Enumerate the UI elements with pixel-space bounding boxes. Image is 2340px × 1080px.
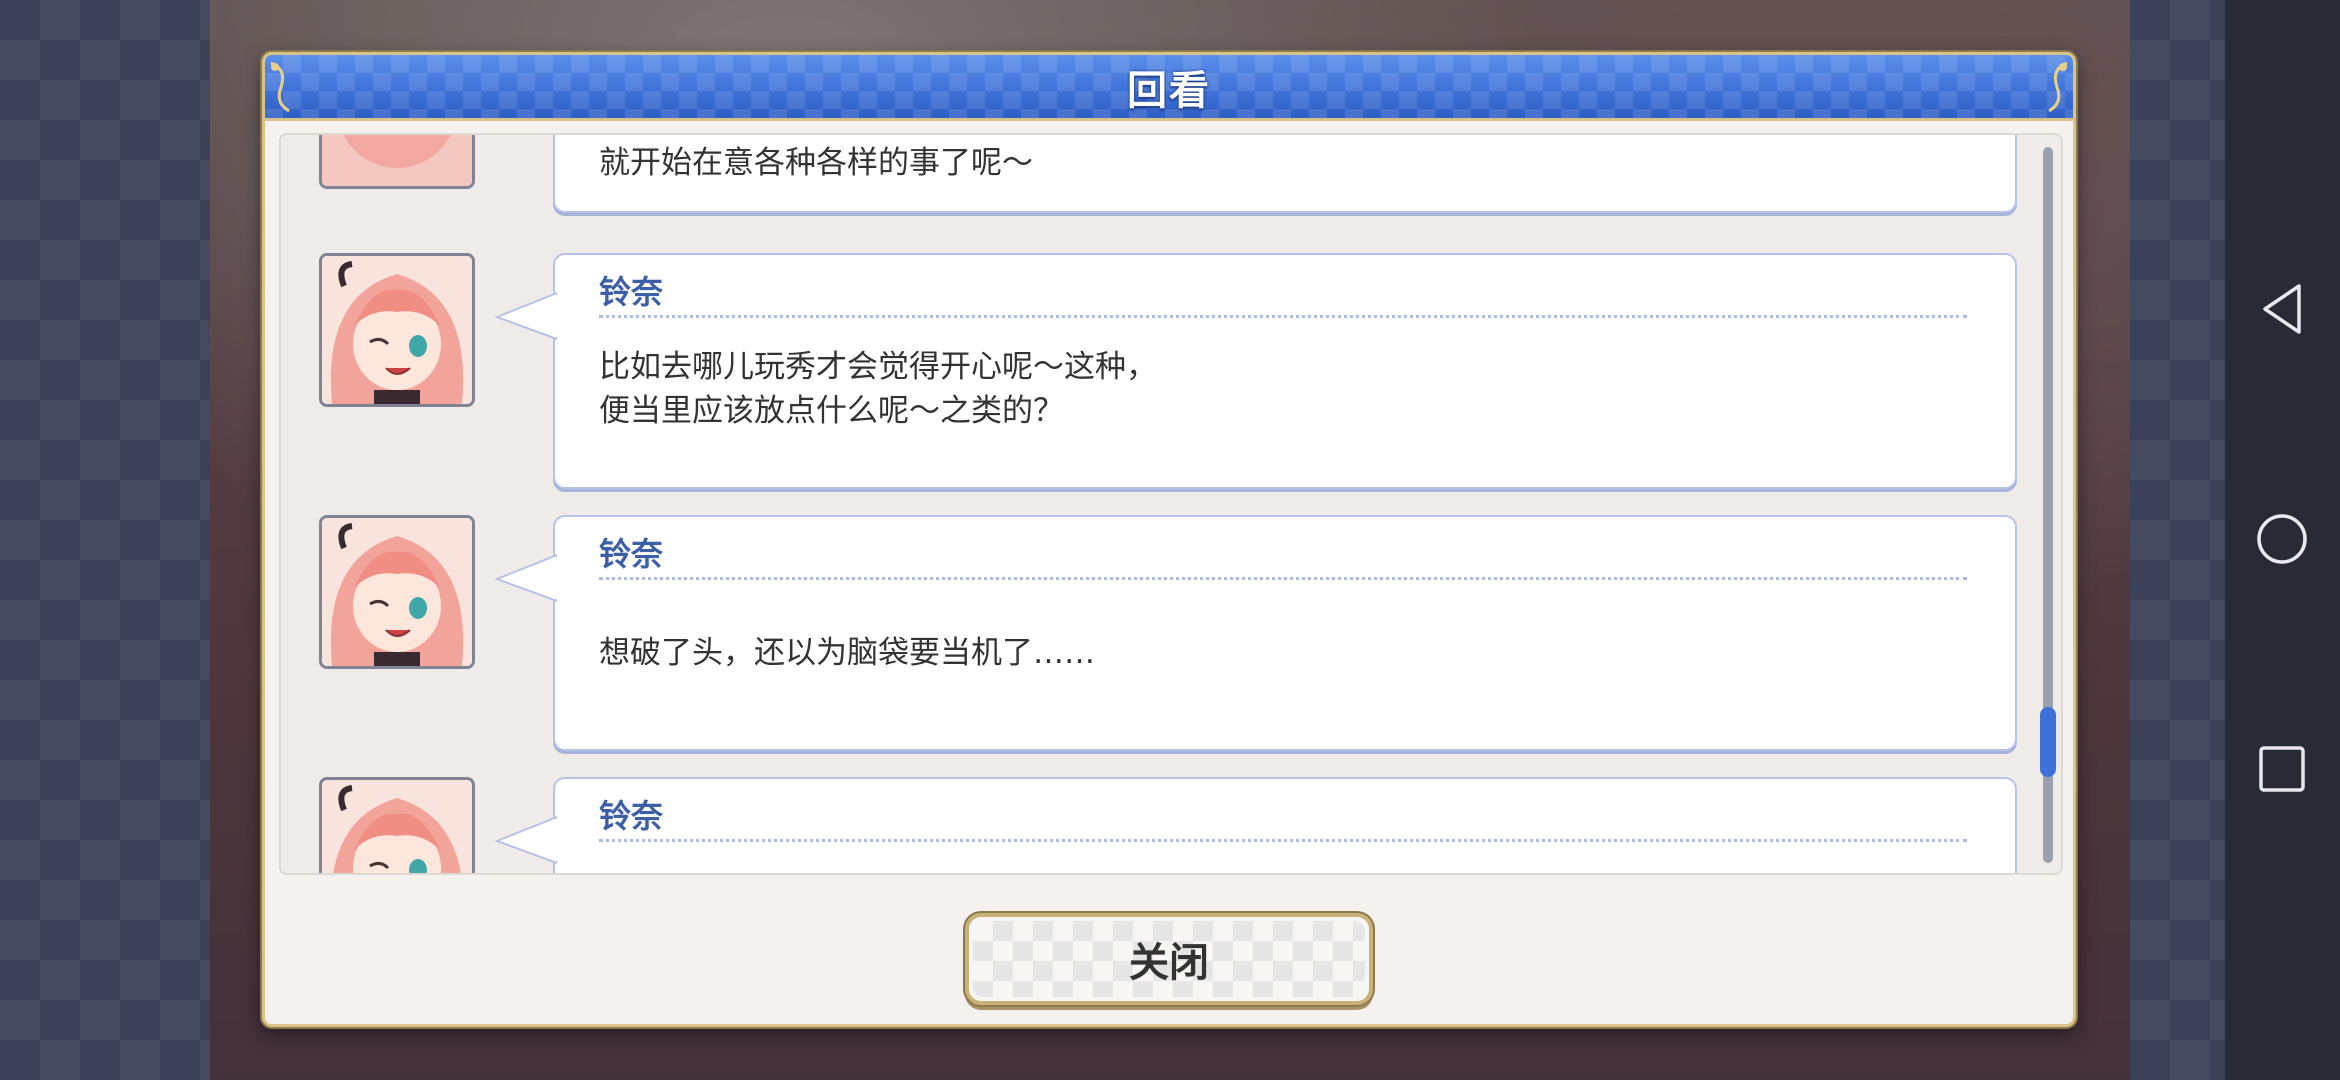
- divider: [599, 577, 1967, 580]
- right-pattern-background: [2130, 0, 2225, 1080]
- dialogue-bubble: 铃奈 想破了头，还以为脑袋要当机了……: [495, 515, 2017, 751]
- bubble-tail: [495, 553, 557, 603]
- character-avatar: [319, 135, 475, 189]
- back-triangle-icon[interactable]: [2255, 282, 2309, 336]
- bubble-tail: [495, 291, 557, 341]
- dialogue-bubble: 铃奈 比如去哪儿玩秀才会觉得开心呢～这种， 便当里应该放点什么呢～之类的？: [495, 253, 2017, 489]
- bubble-tail: [495, 815, 557, 865]
- divider: [599, 315, 1967, 318]
- ornament-icon: [2048, 61, 2068, 113]
- left-pattern-background: [0, 0, 210, 1080]
- character-avatar: [319, 777, 475, 873]
- ornament-icon: [270, 61, 290, 113]
- divider: [599, 839, 1967, 842]
- dialogue-bubble: 铃奈: [495, 777, 2017, 873]
- scrollbar-thumb[interactable]: [2040, 707, 2056, 777]
- speaker-name: 铃奈: [599, 273, 664, 311]
- close-button-label: 关闭: [1129, 940, 1209, 986]
- home-circle-icon[interactable]: [2255, 512, 2309, 566]
- close-button[interactable]: 关闭: [965, 913, 1373, 1005]
- dialog-title: 回看: [1127, 67, 1211, 114]
- dialogue-bubble: 就开始在意各种各样的事了呢～: [553, 135, 2017, 213]
- character-avatar: [319, 515, 475, 669]
- recent-square-icon[interactable]: [2255, 742, 2309, 796]
- speaker-name: 铃奈: [599, 797, 664, 835]
- speaker-name: 铃奈: [599, 535, 664, 573]
- dialogue-text: 想破了头，还以为脑袋要当机了……: [599, 635, 1095, 671]
- dialogue-text: 比如去哪儿玩秀才会觉得开心呢～这种， 便当里应该放点什么呢～之类的？: [599, 349, 1157, 429]
- backlog-dialog: 回看 就开始在意各种各样的事了呢～ 铃奈 比如去哪儿玩秀才会觉得开心呢～这种， …: [262, 52, 2076, 1027]
- dialog-header: 回看: [265, 55, 2073, 121]
- character-avatar: [319, 253, 475, 407]
- backlog-list[interactable]: 就开始在意各种各样的事了呢～ 铃奈 比如去哪儿玩秀才会觉得开心呢～这种， 便当里…: [279, 133, 2063, 875]
- scrollbar-track[interactable]: [2040, 147, 2056, 863]
- dialogue-text: 就开始在意各种各样的事了呢～: [599, 145, 1033, 181]
